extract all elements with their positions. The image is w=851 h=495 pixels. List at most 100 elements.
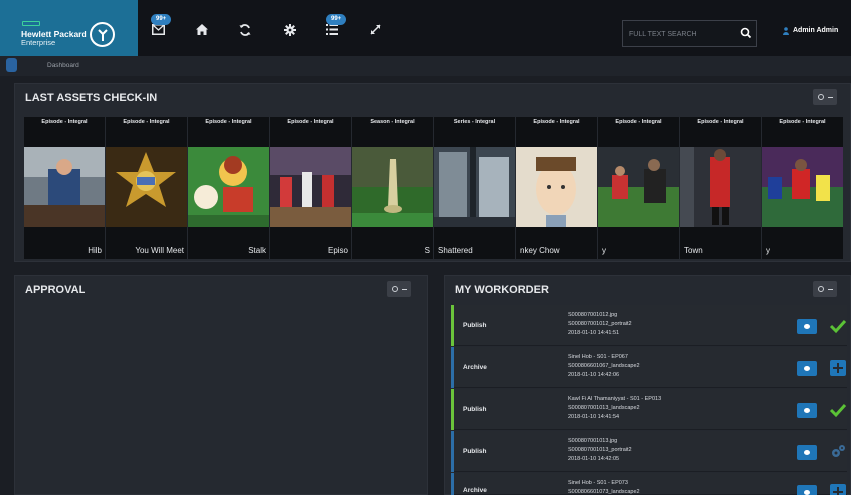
search-icon[interactable] [738, 25, 754, 41]
brand-subtitle: Enterprise [21, 38, 56, 47]
eye-icon[interactable] [797, 361, 817, 376]
minimize-icon[interactable] [828, 97, 833, 98]
asset-card[interactable]: Series - Integral Shattered [434, 117, 515, 259]
asset-category: Episode - Integral [205, 119, 252, 125]
asset-card[interactable]: Episode - Integral y [598, 117, 679, 259]
asset-title[interactable]: y [766, 246, 770, 255]
eye-icon[interactable] [797, 485, 817, 495]
asset-category: Episode - Integral [779, 119, 826, 125]
status-accent-bar [451, 389, 454, 430]
workorder-row[interactable]: Publish Kawl Fi Al Thamaniyyat - S01 - EP… [451, 389, 847, 430]
asset-category: Episode - Integral [533, 119, 580, 125]
status-accent-bar [451, 431, 454, 472]
workorder-detail-line: Kawl Fi Al Thamaniyyat - S01 - EP013 [568, 396, 662, 402]
refresh-icon[interactable] [239, 24, 251, 39]
asset-card[interactable]: Episode - Integral Town [680, 117, 761, 259]
mail-icon[interactable] [152, 24, 165, 38]
cog-icon[interactable] [829, 444, 847, 460]
asset-thumbnail[interactable] [680, 147, 761, 227]
user-name[interactable]: Admin Admin [793, 27, 838, 34]
workorder-detail-line: S000806601073_landscape2 [568, 489, 640, 495]
workorder-type: Archive [463, 487, 487, 494]
list-icon[interactable] [326, 24, 338, 38]
search-input[interactable] [629, 27, 729, 41]
user-icon [783, 27, 789, 35]
workorder-row[interactable]: Publish S000807001013.jpg S000807001013_po… [451, 431, 847, 472]
asset-thumbnail[interactable] [516, 147, 597, 227]
asset-title[interactable]: S [425, 246, 430, 255]
hpe-logo-stripe [22, 21, 40, 26]
check-icon[interactable] [829, 402, 847, 418]
asset-thumbnail[interactable] [598, 147, 679, 227]
asset-category: Episode - Integral [41, 119, 88, 125]
asset-title[interactable]: Stalk [248, 246, 266, 255]
asset-card[interactable]: Episode - Integral Hilb [24, 117, 105, 259]
asset-category: Episode - Integral [697, 119, 744, 125]
brand-block[interactable]: Hewlett Packard Enterprise [0, 0, 138, 56]
sidebar-toggle-button[interactable] [6, 58, 17, 72]
home-icon[interactable] [196, 24, 208, 38]
gear-icon[interactable] [284, 24, 296, 39]
workorder-panel-title: MY WORKORDER [455, 284, 549, 296]
asset-thumbnail[interactable] [270, 147, 351, 227]
refresh-icon[interactable] [392, 286, 398, 292]
breadcrumb[interactable]: Dashboard [47, 62, 79, 69]
eye-icon[interactable] [797, 445, 817, 460]
asset-thumbnail[interactable] [106, 147, 187, 227]
breadcrumb-bar [0, 56, 851, 76]
app-logo-icon [90, 22, 115, 47]
asset-title[interactable]: Town [684, 246, 703, 255]
eye-icon[interactable] [797, 319, 817, 334]
asset-card[interactable]: Episode - Integral Episo [270, 117, 351, 259]
workorder-row[interactable]: Archive Sinel Hob - S01 - EP067 S000806601… [451, 347, 847, 388]
status-accent-bar [451, 305, 454, 346]
status-accent-bar [451, 473, 454, 495]
top-bar: Hewlett Packard Enterprise 99+ 99+ Admin… [0, 0, 851, 56]
asset-title[interactable]: You Will Meet [135, 246, 184, 255]
workorder-detail-line: 2018-01-10 14:42:06 [568, 372, 620, 378]
asset-title[interactable]: y [602, 246, 606, 255]
asset-thumbnail[interactable] [762, 147, 843, 227]
minimize-icon[interactable] [402, 289, 407, 290]
workorder-detail-line: 2018-01-10 14:41:54 [568, 414, 620, 420]
workorder-type: Archive [463, 364, 487, 371]
workorder-detail-line: Sinel Hob - S01 - EP067 [568, 354, 628, 360]
asset-card[interactable]: Episode - Integral You Will Meet [106, 117, 187, 259]
refresh-icon[interactable] [818, 286, 824, 292]
plus-icon[interactable] [829, 360, 847, 376]
asset-title[interactable]: Hilb [88, 246, 102, 255]
asset-category: Season - Integral [370, 119, 415, 125]
asset-category: Series - Integral [453, 119, 496, 125]
workorder-detail-line: S000807001013_landscape2 [568, 405, 640, 411]
asset-thumbnail[interactable] [434, 147, 515, 227]
status-accent-bar [451, 347, 454, 388]
workorder-row[interactable]: Publish S000807001012.jpg S000807001012_po… [451, 305, 847, 346]
asset-category: Episode - Integral [615, 119, 662, 125]
approval-panel-title: APPROVAL [25, 284, 86, 296]
refresh-icon[interactable] [818, 94, 824, 100]
asset-title[interactable]: nkey Chow [520, 246, 560, 255]
check-icon[interactable] [829, 318, 847, 334]
approval-panel-controls [387, 281, 411, 297]
asset-title[interactable]: Episo [328, 246, 348, 255]
workorder-type: Publish [463, 448, 487, 455]
workorder-detail-line: S000807001013_portrait2 [568, 447, 632, 453]
expand-icon[interactable] [370, 24, 381, 38]
eye-icon[interactable] [797, 403, 817, 418]
workorder-detail-line: 2018-01-10 14:41:51 [568, 330, 620, 336]
approval-panel [14, 275, 428, 495]
minimize-icon[interactable] [828, 289, 833, 290]
asset-card[interactable]: Season - Integral S [352, 117, 433, 259]
asset-title[interactable]: Shattered [438, 246, 473, 255]
asset-thumbnail[interactable] [24, 147, 105, 227]
workorder-type: Publish [463, 322, 487, 329]
workorder-row[interactable]: Archive Sinel Hob - S01 - EP073 S000806601… [451, 473, 847, 495]
asset-category: Episode - Integral [287, 119, 334, 125]
asset-thumbnail[interactable] [352, 147, 433, 227]
asset-card[interactable]: Episode - Integral Stalk [188, 117, 269, 259]
workorder-detail-line: S000807001012_portrait2 [568, 321, 632, 327]
asset-card[interactable]: Episode - Integral nkey Chow [516, 117, 597, 259]
asset-card[interactable]: Episode - Integral y [762, 117, 843, 259]
asset-thumbnail[interactable] [188, 147, 269, 227]
plus-icon[interactable] [829, 484, 847, 495]
